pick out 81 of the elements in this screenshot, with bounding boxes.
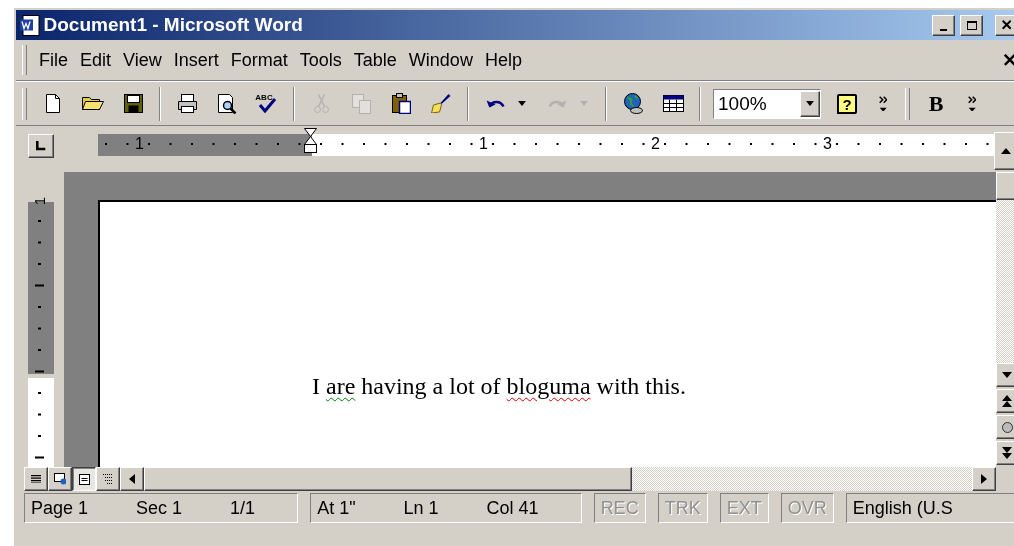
chevron-icon [967,95,977,112]
scissors-icon [313,94,329,113]
close-button[interactable] [995,14,1014,36]
table-grid-icon [662,95,684,112]
print-preview-icon [217,93,237,114]
indent-marker-icon[interactable] [304,128,317,153]
menu-item[interactable]: File [33,49,74,71]
status-text: Page 1 [31,497,89,519]
view-button[interactable] [72,467,96,491]
page-layout-icon [78,473,90,485]
status-text: Col 41 [486,497,539,519]
ruler-number: 1 [33,195,47,208]
scroll-down-button[interactable] [996,363,1014,387]
up-arrow-icon [1001,148,1011,154]
left-arrow-icon [129,474,135,484]
circle-icon [1001,421,1013,433]
window-title: Document1 - Microsoft Word [43,14,304,36]
double-down-arrow-icon [1002,447,1012,459]
status-text: EXT [726,497,762,519]
caret-icon [580,101,588,106]
status-text: At 1" [317,497,356,519]
right-arrow-icon [981,474,987,484]
browse-object-button[interactable] [996,415,1014,439]
outline-icon [103,474,113,484]
tab-stop-button[interactable] [28,134,54,158]
web-page-icon [53,473,67,485]
redo-arrow-icon [547,99,567,108]
down-arrow-icon [1002,372,1012,378]
spelling-button[interactable]: ABC [248,87,286,120]
minimize-button[interactable] [932,14,955,36]
menu-item[interactable]: Insert [167,49,225,71]
minimize-icon [940,28,947,31]
close-icon [1001,20,1012,30]
scroll-thumb[interactable] [144,467,632,491]
zoom-combo[interactable]: 100% [713,88,821,119]
status-text: English (U.S [852,497,953,519]
next-page-button[interactable] [996,441,1014,465]
open-folder-icon [82,97,104,110]
scroll-up-button[interactable] [994,132,1014,170]
status-text: Ln 1 [403,497,439,519]
maximize-icon [966,20,977,30]
chevron-icon [878,95,888,112]
printer-icon [177,94,197,113]
caret-icon [806,101,814,106]
menu-item[interactable]: Tools [293,49,348,71]
lines-icon [31,474,41,484]
scroll-thumb[interactable] [996,172,1014,200]
help-button[interactable]: ? [828,87,866,120]
maximize-button[interactable] [960,14,983,36]
bold-button[interactable]: B [917,87,955,120]
tab-stop-icon [36,141,46,151]
new-document-icon [46,94,60,113]
menu-item[interactable]: View [117,49,168,71]
status-text: REC [600,497,639,519]
globe-icon [623,93,643,114]
ruler-number: 1 [479,134,488,154]
copy-pages-icon [351,93,371,114]
document-text: I are having a lot of bloguma with this. [312,373,686,399]
double-up-arrow-icon [1002,395,1012,407]
menu-item[interactable]: Help [478,49,528,71]
paintbrush-icon [431,93,451,114]
menu-item[interactable]: Window [402,49,479,71]
menu-item[interactable]: Table [347,49,403,71]
status-text: TRK [664,497,701,519]
caret-icon [518,101,526,106]
status-text: 1/1 [230,497,256,519]
scroll-right-button[interactable] [972,467,996,491]
menu-item[interactable]: Edit [74,49,118,71]
ruler-number: 2 [651,134,660,154]
previous-page-button[interactable] [996,389,1014,413]
word-document-icon [20,14,40,36]
menu-item[interactable]: Format [224,49,294,71]
clipboard-icon [391,93,411,114]
close-icon[interactable] [1004,54,1014,66]
ruler-number: 1 [135,134,144,154]
status-text: Sec 1 [136,497,183,519]
status-text: OVR [787,497,827,519]
scroll-left-button[interactable] [120,467,144,491]
ruler-number: 3 [823,134,832,154]
check-mark-icon [257,97,277,113]
undo-arrow-icon [485,99,505,108]
